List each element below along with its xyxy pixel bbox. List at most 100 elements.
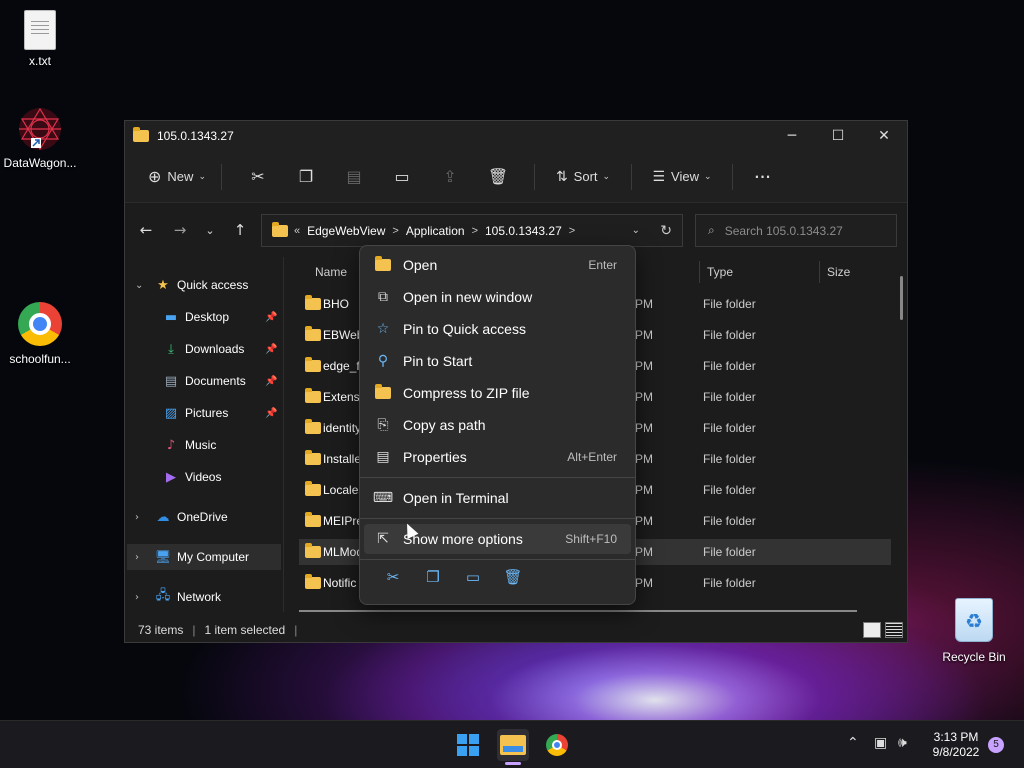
menu-item-properties[interactable]: ▤ Properties Alt+Enter [364, 442, 631, 472]
copy-button[interactable]: ❐ [282, 161, 330, 193]
vertical-scrollbar[interactable] [900, 276, 903, 320]
view-button[interactable]: ☰ View ⌄ [644, 161, 720, 193]
address-bar[interactable]: « EdgeWebView > Application > 105.0.1343… [261, 214, 683, 247]
sidebar-item-network[interactable]: › 🖧 Network [125, 584, 283, 610]
file-type: File folder [703, 421, 756, 435]
menu-separator [360, 518, 635, 519]
chevron-right-icon[interactable]: › [135, 512, 139, 523]
breadcrumb-edgewebview[interactable]: EdgeWebView [307, 224, 385, 238]
recent-locations-button[interactable]: ⌄ [197, 224, 223, 237]
pin-icon[interactable]: 📌 [265, 408, 277, 419]
desktop-icon-recycle-bin[interactable]: Recycle Bin [934, 598, 1014, 664]
back-button[interactable]: ← [129, 221, 163, 239]
folder-icon [305, 512, 321, 527]
sidebar-item-music[interactable]: ♪ Music [125, 432, 283, 458]
sidebar-item-pictures[interactable]: ▨ Pictures 📌 [125, 400, 283, 426]
menu-item-open-terminal[interactable]: ⌨ Open in Terminal [364, 483, 631, 513]
pane-divider[interactable] [283, 257, 284, 612]
start-button[interactable] [452, 729, 484, 761]
sidebar-item-label: Music [185, 438, 217, 452]
open-new-window-icon: ⧉ [378, 289, 388, 305]
chevron-right-icon[interactable]: › [135, 592, 139, 603]
pin-icon[interactable]: 📌 [265, 344, 277, 355]
chevron-down-icon[interactable]: ⌄ [135, 280, 143, 291]
rename-button[interactable]: ▭ [378, 161, 426, 193]
notification-badge[interactable]: 5 [988, 737, 1004, 753]
sidebar-item-documents[interactable]: ▤ Documents 📌 [125, 368, 283, 394]
breadcrumb-current-folder[interactable]: 105.0.1343.27 [485, 224, 562, 238]
menu-item-open[interactable]: Open Enter [364, 250, 631, 280]
minimize-button[interactable]: ─ [769, 121, 815, 151]
details-view-toggle[interactable] [863, 622, 881, 638]
toolbar-divider [732, 163, 733, 190]
desktop-icon-datawagon[interactable]: DataWagon... [0, 106, 80, 170]
menu-item-label: Pin to Quick access [403, 321, 526, 337]
forward-button[interactable]: → [163, 221, 197, 239]
menu-item-pin-quick-access[interactable]: ☆ Pin to Quick access [364, 314, 631, 344]
star-outline-icon: ☆ [376, 321, 390, 337]
see-more-button[interactable]: ··· [745, 161, 781, 193]
search-box[interactable]: ⌕ Search 105.0.1343.27 [695, 214, 897, 247]
copy-icon[interactable]: ❐ [413, 568, 453, 596]
horizontal-scrollbar[interactable] [299, 610, 857, 612]
new-button[interactable]: ⊕ New ⌄ [145, 161, 209, 193]
pin-icon[interactable]: 📌 [265, 376, 277, 387]
folder-icon [272, 221, 288, 237]
chevron-down-icon[interactable]: ⌄ [632, 225, 640, 236]
clock[interactable]: 3:13 PM 9/8/2022 [930, 730, 982, 760]
overflow-chevron-icon[interactable]: « [294, 225, 300, 237]
menu-item-copy-as-path[interactable]: ⎘ Copy as path [364, 410, 631, 440]
cut-button[interactable]: ✂ [234, 161, 282, 193]
up-button[interactable]: ↑ [223, 221, 257, 239]
star-icon: ★ [157, 277, 169, 293]
file-date: PM [635, 514, 653, 528]
show-hidden-icons-chevron-icon[interactable]: ⌃ [847, 735, 859, 751]
sort-icon: ⇅ [555, 168, 568, 185]
paste-button[interactable]: ▤ [330, 161, 378, 193]
sort-button[interactable]: ⇅ Sort ⌄ [547, 161, 619, 193]
rename-icon[interactable]: ▭ [453, 568, 493, 596]
title-bar[interactable]: 105.0.1343.27 ─ ☐ ✕ [125, 121, 907, 151]
close-button[interactable]: ✕ [861, 121, 907, 151]
chrome-icon [18, 302, 62, 346]
column-divider[interactable] [699, 261, 700, 283]
clock-time: 3:13 PM [933, 730, 979, 744]
sidebar-item-quick-access[interactable]: ⌄ ★ Quick access [125, 272, 283, 298]
sidebar-item-videos[interactable]: ▶ Videos [125, 464, 283, 490]
delete-button[interactable]: 🗑 [474, 161, 522, 193]
refresh-icon[interactable]: ↻ [660, 223, 672, 239]
menu-item-compress-zip[interactable]: Compress to ZIP file [364, 378, 631, 408]
taskbar-chrome[interactable] [541, 729, 573, 761]
file-date: PM [635, 297, 653, 311]
file-type: File folder [703, 514, 756, 528]
delete-icon[interactable]: 🗑 [493, 568, 533, 596]
desktop-icon-x-txt[interactable]: x.txt [0, 10, 80, 68]
maximize-button[interactable]: ☐ [815, 121, 861, 151]
desktop-icon-schoolfun[interactable]: schoolfun... [0, 302, 80, 366]
volume-icon[interactable]: 🕪 [898, 735, 907, 751]
sidebar-item-desktop[interactable]: ▬ Desktop 📌 [125, 304, 283, 330]
sidebar-item-my-computer[interactable]: › 🖥 My Computer [127, 544, 281, 570]
menu-item-label: Compress to ZIP file [403, 385, 530, 401]
taskbar-file-explorer[interactable] [497, 729, 529, 761]
pin-icon[interactable]: 📌 [265, 312, 277, 323]
sidebar-item-label: Network [177, 590, 222, 604]
view-label: View [671, 169, 699, 184]
sidebar-item-onedrive[interactable]: › ☁ OneDrive [125, 504, 283, 530]
share-button[interactable]: ⇪ [426, 161, 474, 193]
folder-icon [305, 419, 321, 434]
breadcrumb-application[interactable]: Application [406, 224, 465, 238]
menu-item-open-new-window[interactable]: ⧉ Open in new window [364, 282, 631, 312]
cut-icon[interactable]: ✂ [373, 568, 413, 596]
file-type: File folder [703, 576, 756, 590]
active-app-indicator [505, 762, 521, 765]
tiles-view-toggle[interactable] [885, 622, 903, 638]
column-header-size[interactable]: Size [827, 257, 887, 287]
column-divider[interactable] [819, 261, 820, 283]
menu-item-pin-to-start[interactable]: ⚲ Pin to Start [364, 346, 631, 376]
chevron-right-icon[interactable]: › [135, 552, 139, 563]
network-icon[interactable]: ▣ [874, 735, 887, 751]
sidebar-item-downloads[interactable]: ⤓ Downloads 📌 [125, 336, 283, 362]
column-header-type[interactable]: Type [707, 257, 817, 287]
menu-separator [360, 477, 635, 478]
